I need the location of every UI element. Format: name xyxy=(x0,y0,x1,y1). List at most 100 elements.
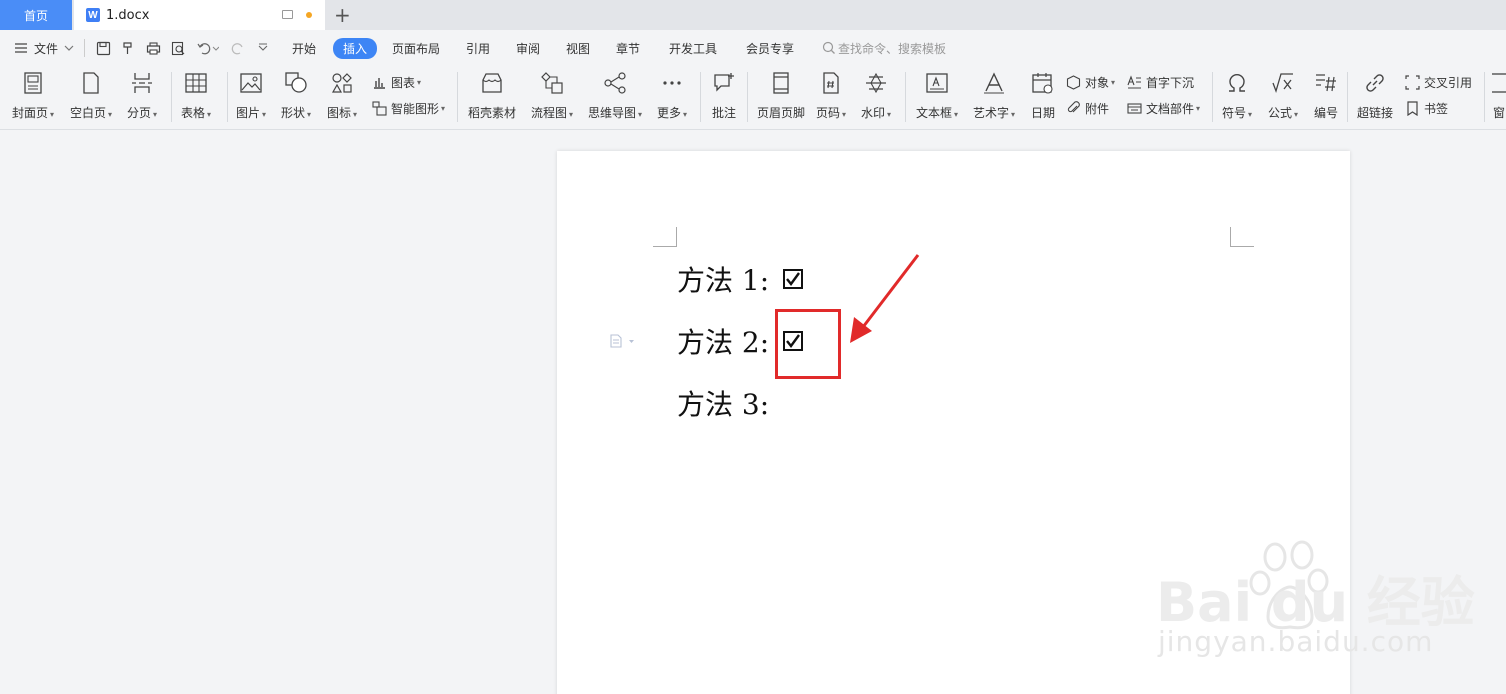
jingyan-url-watermark: jingyan.baidu.com xyxy=(1158,625,1434,658)
new-tab-button[interactable]: + xyxy=(334,2,351,28)
doc-parts-icon xyxy=(1126,101,1142,117)
command-search[interactable]: 查找命令、搜索模板 xyxy=(822,30,946,66)
ribbon-separator xyxy=(747,72,748,122)
print-preview-icon xyxy=(171,41,185,55)
redo-button[interactable] xyxy=(230,30,245,66)
table-button[interactable]: 表格 ▾ xyxy=(181,70,211,121)
tab-bar: 首页 W 1.docx + xyxy=(0,0,1506,30)
attachment-button[interactable]: 附件 xyxy=(1065,100,1109,117)
doc-line-text: 方法 1: xyxy=(677,264,770,297)
ribbon-separator xyxy=(457,72,458,122)
menu-tab-page-layout[interactable]: 页面布局 xyxy=(392,30,440,66)
textbox-button[interactable]: 文本框 ▾ xyxy=(916,70,958,121)
checked-box-icon xyxy=(783,269,804,289)
date-icon xyxy=(1030,70,1056,96)
quick-toolbar-separator xyxy=(84,30,85,66)
mindmap-button[interactable]: 思维导图 ▾ xyxy=(588,70,642,121)
menu-tab-member[interactable]: 会员专享 xyxy=(746,30,794,66)
file-menu-label: 文件 xyxy=(34,41,59,56)
smartart-icon xyxy=(371,101,387,117)
page-number-button[interactable]: 页码 ▾ xyxy=(816,70,846,121)
icons-button[interactable]: 图标 ▾ xyxy=(327,70,357,121)
menu-tab-insert[interactable]: 插入 xyxy=(333,30,378,66)
wordart-button[interactable]: 艺术字 ▾ xyxy=(973,70,1015,121)
doc-line-3[interactable]: 方法 3: xyxy=(677,383,769,423)
menu-tab-review[interactable]: 审阅 xyxy=(516,30,540,66)
tab-document[interactable]: W 1.docx xyxy=(74,0,325,30)
screen-icon[interactable] xyxy=(282,10,293,19)
more-button[interactable]: 更多 ▾ xyxy=(657,70,687,121)
ribbon-separator xyxy=(1347,72,1348,122)
save-icon xyxy=(96,41,111,55)
redo-icon xyxy=(231,42,243,54)
formula-icon xyxy=(1270,70,1296,96)
chart-button[interactable]: 图表 ▾ xyxy=(371,74,421,91)
flowchart-button[interactable]: 流程图 ▾ xyxy=(531,70,573,121)
bookmark-button[interactable]: 书签 xyxy=(1404,100,1448,117)
doc-line-text: 方法 3: xyxy=(677,388,770,421)
margin-marker-top-right xyxy=(1230,227,1254,247)
table-icon xyxy=(183,70,209,96)
shape-icon xyxy=(283,70,309,96)
docer-material-icon xyxy=(479,70,505,96)
format-painter-button[interactable] xyxy=(121,30,136,66)
menu-tab-chapter[interactable]: 章节 xyxy=(616,30,640,66)
undo-button[interactable] xyxy=(197,30,219,66)
shape-button[interactable]: 形状 ▾ xyxy=(281,70,311,121)
menu-tab-references[interactable]: 引用 xyxy=(466,30,490,66)
watermark-button[interactable]: 水印 ▾ xyxy=(861,70,891,121)
doc-line-text: 方法 2: xyxy=(677,326,770,359)
watermark-icon xyxy=(863,70,889,96)
file-menu[interactable]: 文件 xyxy=(14,30,74,66)
header-footer-button[interactable]: 页眉页脚 xyxy=(757,70,805,121)
flowchart-icon xyxy=(539,70,565,96)
red-highlight-box xyxy=(775,309,841,379)
hamburger-icon xyxy=(15,43,27,53)
paragraph-menu-icon[interactable] xyxy=(610,334,638,351)
tab-home[interactable]: 首页 xyxy=(0,0,72,30)
save-button[interactable] xyxy=(96,30,111,66)
cross-reference-button[interactable]: 交叉引用 xyxy=(1404,74,1472,91)
mindmap-icon xyxy=(602,70,628,96)
docer-material-button[interactable]: 稻壳素材 xyxy=(468,70,516,121)
ribbon-separator xyxy=(171,72,172,122)
symbol-button[interactable]: 符号 ▾ xyxy=(1222,70,1252,121)
undo-icon xyxy=(197,42,219,54)
insert-ribbon: 封面页 ▾ 空白页 ▾ 分页 ▾ 表格 ▾ 图片 ▾ 形状 ▾ 图标 ▾ 图表 ▾ 智能图形 ▾ … xyxy=(0,66,1506,130)
smartart-button[interactable]: 智能图形 ▾ xyxy=(371,100,445,117)
menu-bar: 文件 开始 插入 页面布局 引用 审阅 视图 章节 开发工具 会员专享 查找命令… xyxy=(0,30,1506,66)
cover-page-button[interactable]: 封面页 ▾ xyxy=(12,70,54,121)
ribbon-separator xyxy=(1212,72,1213,122)
date-button[interactable]: 日期 xyxy=(1030,70,1056,121)
margin-marker-top-left xyxy=(653,227,677,247)
object-button[interactable]: 对象 ▾ xyxy=(1065,74,1115,91)
menu-tab-start[interactable]: 开始 xyxy=(292,30,316,66)
page-break-button[interactable]: 分页 ▾ xyxy=(127,70,157,121)
doc-parts-button[interactable]: 文档部件 ▾ xyxy=(1126,100,1200,117)
dropcap-icon xyxy=(1126,75,1142,91)
dropcap-button[interactable]: 首字下沉 xyxy=(1126,74,1194,91)
print-preview-button[interactable] xyxy=(171,30,186,66)
red-arrow-icon xyxy=(850,254,920,343)
menu-tab-view[interactable]: 视图 xyxy=(566,30,590,66)
format-painter-icon xyxy=(123,41,132,54)
comment-button[interactable]: 批注 xyxy=(711,70,737,121)
object-icon xyxy=(1065,75,1081,91)
hyperlink-button[interactable]: 超链接 xyxy=(1357,70,1393,121)
tab-document-title: 1.docx xyxy=(106,7,150,23)
menu-tab-developer[interactable]: 开发工具 xyxy=(669,30,717,66)
doc-line-1[interactable]: 方法 1: xyxy=(677,259,804,299)
picture-button[interactable]: 图片 ▾ xyxy=(236,70,266,121)
numbering-button[interactable]: 编号 xyxy=(1313,70,1339,121)
tab-home-label: 首页 xyxy=(23,8,48,23)
window-button[interactable]: 窗 xyxy=(1492,70,1506,121)
attachment-icon xyxy=(1065,101,1081,117)
unsaved-dot-icon xyxy=(306,12,312,18)
formula-button[interactable]: 公式 ▾ xyxy=(1268,70,1298,121)
print-button[interactable] xyxy=(146,30,161,66)
blank-page-icon xyxy=(78,70,104,96)
customize-dropdown-icon xyxy=(258,43,268,51)
ribbon-separator xyxy=(227,72,228,122)
quick-access-customize-button[interactable] xyxy=(257,30,269,66)
blank-page-button[interactable]: 空白页 ▾ xyxy=(70,70,112,121)
